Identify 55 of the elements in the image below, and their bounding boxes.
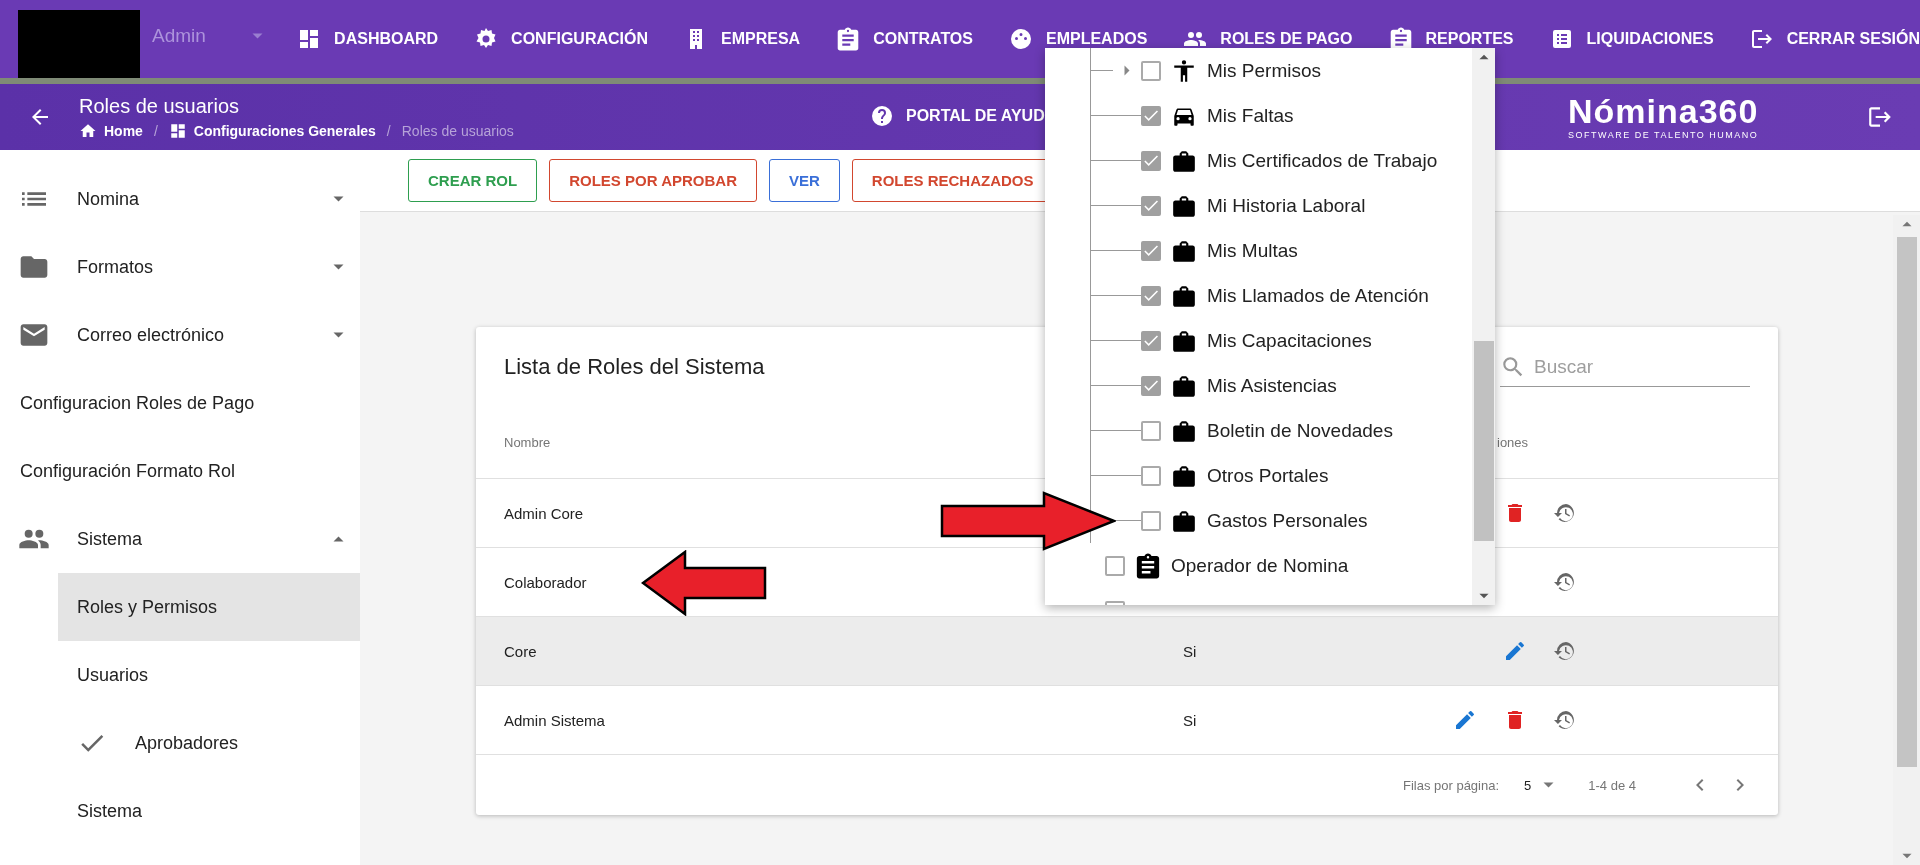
- sidebar-item[interactable]: Configuración Formato Rol: [0, 437, 360, 505]
- tree-item-label[interactable]: Mis Certificados de Trabajo: [1207, 149, 1438, 172]
- tree-item-label[interactable]: Mis Faltas: [1207, 104, 1294, 127]
- column-header: iones: [1496, 435, 1530, 450]
- breadcrumb-link[interactable]: Roles de usuarios: [401, 122, 514, 139]
- nav-link[interactable]: LIQUIDACIONES: [1549, 27, 1714, 51]
- table-cell-text: Si: [1182, 711, 1197, 729]
- nav-link[interactable]: EMPRESA: [684, 27, 801, 51]
- tree-item-label[interactable]: Boletin de Novedades: [1207, 419, 1393, 442]
- breadcrumb-separator: /: [386, 122, 391, 139]
- sidebar-item[interactable]: Formatos: [0, 233, 360, 301]
- nav-link[interactable]: ROLES DE PAGO: [1183, 27, 1353, 51]
- page-range: 1-4 de 4: [1588, 777, 1636, 793]
- action-button[interactable]: ROLES POR APROBAR: [549, 159, 757, 202]
- table-row[interactable]: Core Si: [476, 616, 1778, 685]
- table-cell-text: Si: [1182, 642, 1197, 660]
- table-cell-text: Admin Core: [503, 504, 585, 522]
- help-portal-link[interactable]: PORTAL DE AYUD: [906, 107, 1045, 125]
- tree-item-label[interactable]: Mis Capacitaciones: [1207, 329, 1372, 352]
- sidebar-item[interactable]: Sistema: [0, 505, 360, 573]
- column-header: Nombre: [503, 435, 552, 450]
- tree-item-label[interactable]: Mis Permisos: [1207, 59, 1321, 82]
- rows-per-page-select[interactable]: 5: [1524, 777, 1555, 793]
- nav-link[interactable]: DASHBOARD: [297, 27, 439, 51]
- tree-item-label[interactable]: Mis Llamados de Atención: [1207, 284, 1429, 307]
- tree-item-label[interactable]: Otros Portales: [1207, 464, 1329, 487]
- sidebar-subitem[interactable]: Aprobadores: [58, 709, 360, 777]
- table-cell-text: Admin Sistema: [503, 711, 606, 729]
- rows-per-page-label: Filas por página:: [1402, 777, 1500, 793]
- sidebar-subitem[interactable]: Roles y Permisos: [58, 573, 360, 641]
- nav-link[interactable]: CONFIGURACIÓN: [474, 27, 648, 51]
- breadcrumb-separator: /: [153, 122, 158, 139]
- logo-tagline: SOFTWARE DE TALENTO HUMANO: [1568, 130, 1759, 140]
- sidebar-subitem[interactable]: Usuarios: [58, 641, 360, 709]
- page-title: Roles de usuarios: [79, 94, 241, 118]
- card-title: Lista de Roles del Sistema: [504, 354, 765, 380]
- nav-link[interactable]: CERRAR SESIÓN: [1749, 27, 1920, 51]
- tree-item-label[interactable]: Operador de Nomina: [1171, 554, 1349, 577]
- breadcrumb-link[interactable]: Configuraciones Generales: [193, 122, 376, 139]
- sidebar-subitem[interactable]: Sistema: [58, 777, 360, 845]
- table-cell-text: Core: [503, 642, 538, 660]
- tree-item-label[interactable]: Mis Asistencias: [1207, 374, 1337, 397]
- table-cell-text: Colaborador: [503, 573, 588, 591]
- tree-item-label[interactable]: Mis Multas: [1207, 239, 1298, 262]
- tree-item-label[interactable]: Mi Historia Laboral: [1207, 194, 1366, 217]
- sidebar-item[interactable]: Correo electrónico: [0, 301, 360, 369]
- nav-link[interactable]: CONTRATOS: [836, 27, 973, 51]
- tree-item-label[interactable]: Gastos Personales: [1207, 509, 1368, 532]
- sidebar-item[interactable]: Configuracion Roles de Pago: [0, 369, 360, 437]
- sidebar-item[interactable]: Nomina: [0, 165, 360, 233]
- breadcrumb-link[interactable]: Home: [104, 122, 143, 139]
- logo-text: Nómina360: [1568, 92, 1759, 130]
- table-row[interactable]: Admin Sistema Si: [476, 685, 1778, 754]
- nav-link[interactable]: EMPLEADOS: [1009, 27, 1148, 51]
- action-button[interactable]: VER: [768, 159, 840, 202]
